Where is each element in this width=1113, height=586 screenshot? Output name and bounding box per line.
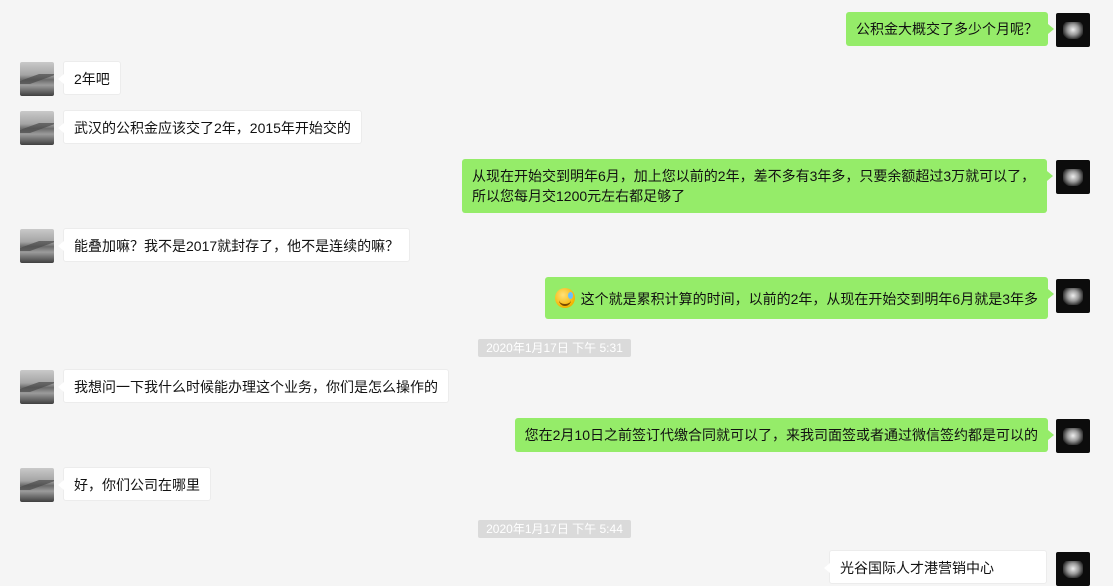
avatar-contact[interactable] [20, 468, 54, 502]
avatar-contact[interactable] [20, 111, 54, 145]
message-bubble-incoming[interactable]: 我想问一下我什么时候能办理这个业务，你们是怎么操作的 [58, 369, 449, 403]
message-text: 这个就是累积计算的时间，以前的2年，从现在开始交到明年6月就是3年多 [580, 291, 1038, 307]
message-bubble-outgoing[interactable]: 您在2月10日之前签订代缴合同就可以了，来我司面签或者通过微信签约都是可以的 [514, 418, 1055, 452]
message-line: 从现在开始交到明年6月，加上您以前的2年，差不多有3年多，只要余额超过3万就可以… [472, 168, 1036, 184]
message-bubble-incoming[interactable]: 好，你们公司在哪里 [58, 467, 211, 501]
message-bubble-incoming[interactable]: 能叠加嘛？我不是2017就封存了，他不是连续的嘛？ [57, 228, 411, 262]
message-bubble-outgoing[interactable]: 从现在开始交到明年6月，加上您以前的2年，差不多有3年多，只要余额超过3万就可以… [462, 159, 1053, 213]
avatar-contact[interactable] [20, 370, 54, 404]
timestamp: 2020年1月17日 下午 5:31 [478, 339, 631, 357]
message-bubble-outgoing[interactable]: 公积金大概交了多少个月呢？ [846, 12, 1054, 46]
location-card[interactable]: 光谷国际人才港营销中心 [824, 550, 1047, 584]
message-bubble-outgoing[interactable]: 这个就是累积计算的时间，以前的2年，从现在开始交到明年6月就是3年多 [544, 277, 1055, 319]
message-line: 所以您每月交1200元左右都足够了 [472, 188, 686, 204]
avatar-contact[interactable] [20, 229, 54, 263]
avatar-contact[interactable] [20, 62, 54, 96]
message-bubble-incoming[interactable]: 2年吧 [58, 61, 121, 95]
avatar-self[interactable] [1056, 419, 1090, 453]
laugh-cry-emoji-icon [554, 288, 575, 308]
message-bubble-incoming[interactable]: 武汉的公积金应该交了2年，2015年开始交的 [58, 110, 362, 144]
avatar-self[interactable] [1056, 160, 1090, 194]
avatar-self[interactable] [1056, 552, 1090, 586]
avatar-self[interactable] [1056, 279, 1090, 313]
avatar-self[interactable] [1056, 13, 1090, 47]
timestamp: 2020年1月17日 下午 5:44 [478, 520, 631, 538]
